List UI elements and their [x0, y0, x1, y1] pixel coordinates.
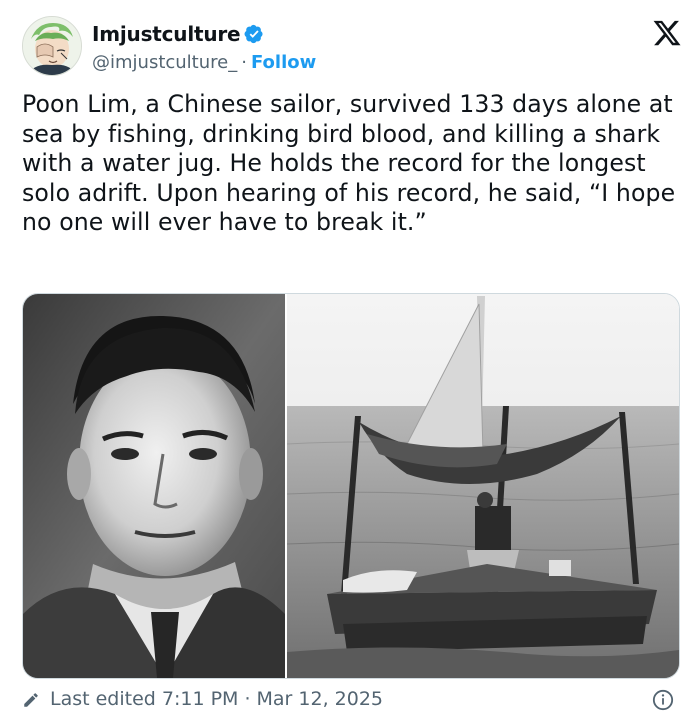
author-handle-line: @imjustculture_ · Follow — [92, 50, 316, 74]
footer-separator: · — [244, 688, 251, 710]
tweet-header: Imjustculture @imjustculture_ · Follow — [22, 16, 682, 80]
tweet-text: Poon Lim, a Chinese sailor, survived 133… — [22, 90, 682, 238]
avatar[interactable] — [22, 16, 82, 76]
handle-separator: · — [241, 51, 247, 73]
post-date[interactable]: Mar 12, 2025 — [257, 688, 384, 710]
author-name-line: Imjustculture — [92, 21, 264, 47]
author-handle[interactable]: @imjustculture_ — [92, 52, 237, 73]
raft-photo[interactable] — [287, 294, 679, 678]
pencil-icon — [22, 691, 40, 709]
tweet-footer: Last edited 7:11 PM · Mar 12, 2025 — [22, 686, 678, 714]
edited-label[interactable]: Last edited 7:11 PM — [50, 688, 238, 710]
portrait-photo[interactable] — [23, 294, 285, 678]
author-display-name[interactable]: Imjustculture — [92, 22, 241, 46]
follow-button[interactable]: Follow — [251, 52, 316, 73]
info-icon[interactable] — [652, 689, 674, 711]
tweet-media[interactable] — [22, 293, 680, 679]
edited-timestamp: Last edited 7:11 PM · Mar 12, 2025 — [50, 688, 383, 710]
avatar-illustration-icon — [23, 17, 81, 75]
x-logo-icon[interactable] — [652, 18, 682, 48]
tweet-body: Poon Lim, a Chinese sailor, survived 133… — [22, 90, 676, 236]
verified-badge-icon — [244, 24, 264, 44]
tweet-card: Imjustculture @imjustculture_ · Follow P… — [0, 0, 700, 725]
